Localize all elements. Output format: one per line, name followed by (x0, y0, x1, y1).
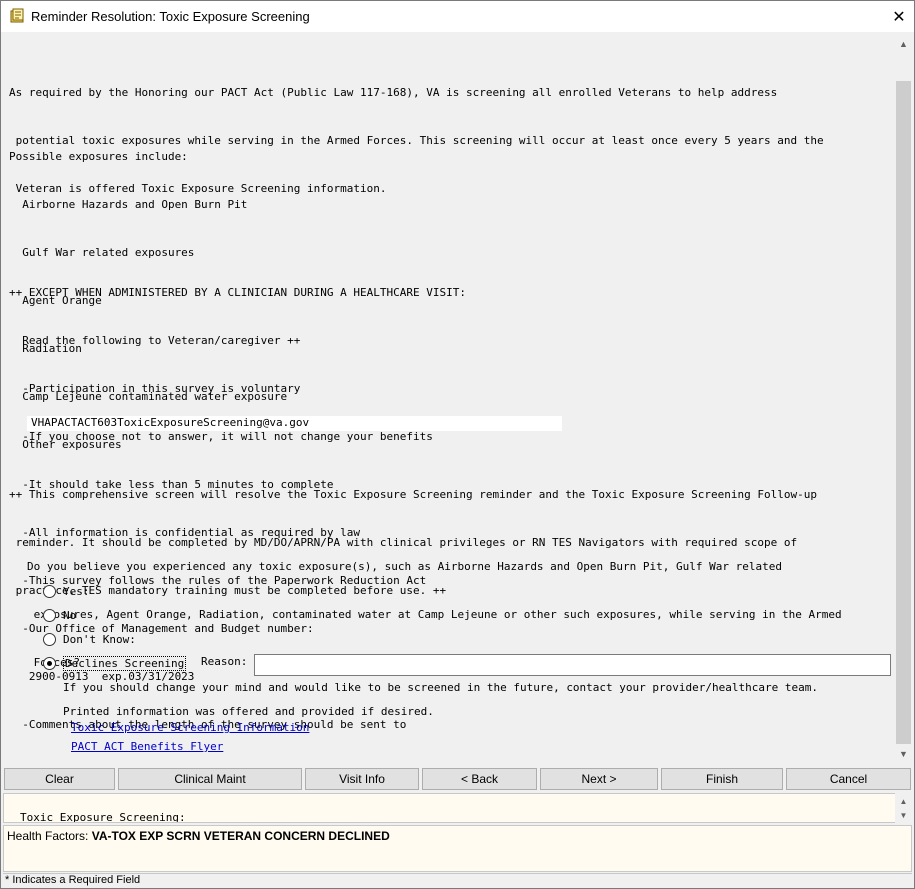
health-factors-label: Health Factors: VA-TOX EXP SCRN VETERAN … (7, 829, 390, 843)
option-dont-know[interactable]: Don't Know: (43, 630, 136, 648)
status-bar: * Indicates a Required Field (3, 873, 912, 889)
close-icon[interactable]: ✕ (884, 1, 914, 32)
question-line: Do you believe you experienced any toxic… (27, 560, 782, 573)
printed-info-text: Printed information was offered and prov… (63, 705, 434, 718)
question-line: exposures, Agent Orange, Radiation, cont… (27, 608, 842, 621)
preview-text: Toxic Exposure Screening: (20, 811, 186, 823)
progress-note-preview: Toxic Exposure Screening: (3, 793, 896, 823)
pact-act-flyer-link[interactable]: PACT ACT Benefits Flyer (71, 740, 223, 753)
button-bar: Clear Clinical Maint Visit Info < Back N… (4, 768, 913, 790)
comprehensive-line: ++ This comprehensive screen will resolv… (9, 488, 817, 501)
option-no[interactable]: No (43, 606, 76, 624)
next-button[interactable]: Next > (540, 768, 658, 790)
survey-email: VHAPACTACT603ToxicExposureScreening@va.g… (31, 416, 310, 429)
exposures-heading: Possible exposures include: (9, 150, 188, 163)
declines-screening-radio[interactable] (43, 656, 56, 670)
yes-label: Yes: (63, 584, 90, 598)
window-title: Reminder Resolution: Toxic Exposure Scre… (31, 9, 310, 24)
read-line: -Participation in this survey is volunta… (9, 382, 301, 395)
visit-info-button[interactable]: Visit Info (305, 768, 419, 790)
option-yes[interactable]: Yes: (43, 582, 90, 600)
clear-button[interactable]: Clear (4, 768, 115, 790)
read-line: -If you choose not to answer, it will no… (9, 430, 433, 443)
health-factors-caption: Health Factors: (7, 829, 92, 843)
exposure-item: Airborne Hazards and Open Burn Pit (9, 198, 248, 211)
read-line: Read the following to Veteran/caregiver … (9, 334, 301, 347)
cancel-button[interactable]: Cancel (786, 768, 911, 790)
health-factors-panel: Health Factors: VA-TOX EXP SCRN VETERAN … (3, 825, 912, 872)
reason-input[interactable] (254, 654, 891, 676)
read-line: ++ EXCEPT WHEN ADMINISTERED BY A CLINICI… (9, 286, 466, 299)
declines-screening-label: Declines Screening (63, 655, 187, 671)
content-scrollbar[interactable]: ▲ ▼ (895, 35, 912, 762)
dont-know-label: Don't Know: (63, 632, 136, 646)
intro-line: As required by the Honoring our PACT Act… (9, 86, 778, 99)
dont-know-radio[interactable] (43, 632, 56, 646)
title-bar: Reminder Resolution: Toxic Exposure Scre… (1, 1, 914, 32)
back-button[interactable]: < Back (422, 768, 537, 790)
preview-scrollbar[interactable]: ▲ ▼ (895, 793, 912, 823)
scroll-up-icon[interactable]: ▲ (895, 35, 912, 52)
scroll-down-icon[interactable]: ▼ (895, 745, 912, 762)
yes-radio[interactable] (43, 584, 56, 598)
reminder-dialog-window: Reminder Resolution: Toxic Exposure Scre… (0, 0, 915, 889)
option-declines-screening[interactable]: Declines Screening (43, 654, 187, 672)
no-label: No (63, 608, 77, 622)
finish-button[interactable]: Finish (661, 768, 783, 790)
no-radio[interactable] (43, 608, 56, 622)
tes-information-link[interactable]: Toxic Exposure Screening Information (71, 721, 309, 734)
scroll-down-icon[interactable]: ▼ (895, 808, 912, 822)
clinical-maint-button[interactable]: Clinical Maint (118, 768, 302, 790)
reason-label: Reason: (201, 655, 248, 668)
change-mind-text: If you should change your mind and would… (63, 681, 818, 694)
scroll-up-icon[interactable]: ▲ (895, 794, 912, 808)
scroll-thumb[interactable] (896, 81, 911, 744)
reminder-content-pane: As required by the Honoring our PACT Act… (3, 35, 896, 762)
health-factors-value: VA-TOX EXP SCRN VETERAN CONCERN DECLINED (91, 829, 390, 843)
exposure-question: Do you believe you experienced any toxic… (27, 527, 842, 703)
app-icon (9, 8, 26, 25)
